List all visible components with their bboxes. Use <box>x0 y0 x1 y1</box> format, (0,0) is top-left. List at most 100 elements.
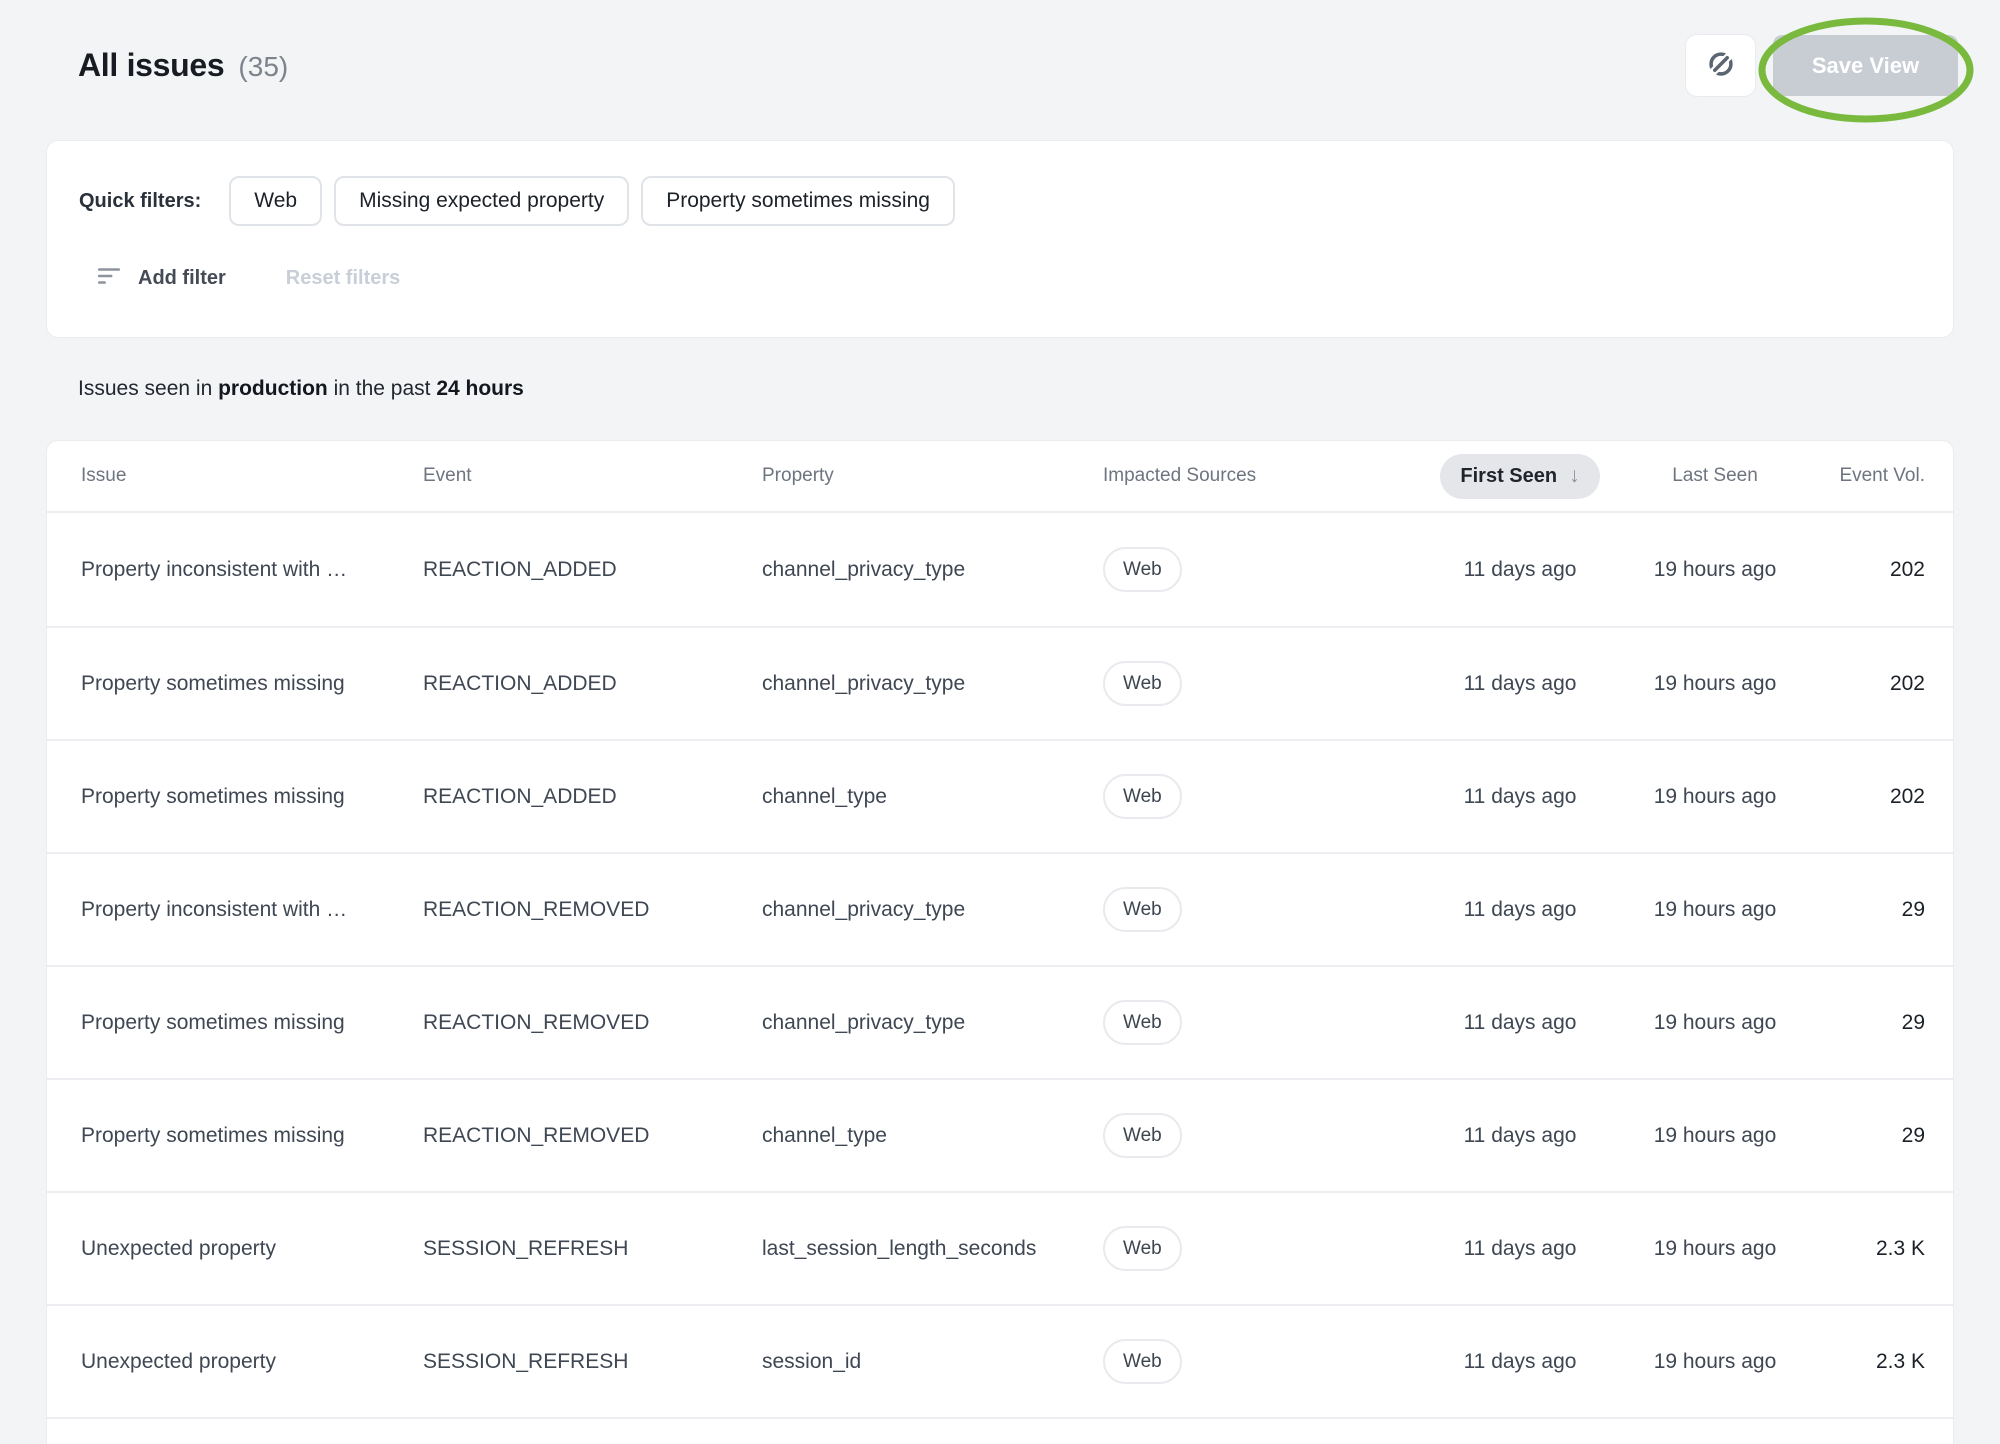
last-seen-cell: 19 hours ago <box>1654 672 1777 696</box>
last-seen-cell: 19 hours ago <box>1654 1124 1777 1148</box>
event-vol-cell: 202 <box>1890 672 1925 696</box>
quick-filter-chip-property-sometimes-missing[interactable]: Property sometimes missing <box>641 176 955 226</box>
sources-cell: Web <box>1103 887 1435 932</box>
table-row[interactable]: Property sometimes missing REACTION_ADDE… <box>47 626 1953 739</box>
banner-range: 24 hours <box>436 377 524 400</box>
property-cell: channel_privacy_type <box>762 1011 1103 1035</box>
first-seen-cell: 11 days ago <box>1464 1237 1577 1261</box>
banner-middle: in the past <box>328 377 437 400</box>
column-header-issue[interactable]: Issue <box>81 465 423 487</box>
source-badge: Web <box>1103 1113 1182 1158</box>
page-title-group: All issues (35) <box>78 47 288 84</box>
column-header-event[interactable]: Event <box>423 465 762 487</box>
property-cell: channel_type <box>762 1124 1103 1148</box>
page-title: All issues <box>78 47 224 84</box>
event-cell: REACTION_ADDED <box>423 672 762 696</box>
quick-filters-label: Quick filters: <box>79 190 201 213</box>
last-seen-cell: 19 hours ago <box>1654 1350 1777 1374</box>
event-cell: REACTION_REMOVED <box>423 1011 762 1035</box>
column-header-impacted-sources[interactable]: Impacted Sources <box>1103 465 1435 487</box>
property-cell: channel_privacy_type <box>762 898 1103 922</box>
event-vol-cell: 29 <box>1902 1011 1925 1035</box>
property-cell: channel_type <box>762 785 1103 809</box>
table-row[interactable]: Property sometimes missing REACTION_REMO… <box>47 1078 1953 1191</box>
event-cell: REACTION_ADDED <box>423 558 762 582</box>
filter-actions-row: Add filter Reset filters <box>79 253 1921 303</box>
issue-cell: Property inconsistent with … <box>81 558 423 582</box>
last-seen-cell: 19 hours ago <box>1654 785 1777 809</box>
sources-cell: Web <box>1103 547 1435 592</box>
sources-cell: Web <box>1103 1339 1435 1384</box>
last-seen-cell: 19 hours ago <box>1654 1237 1777 1261</box>
copy-link-button[interactable] <box>1685 34 1756 97</box>
header-actions: Save View <box>1685 34 1958 97</box>
quick-filter-chip-missing-expected-property[interactable]: Missing expected property <box>334 176 629 226</box>
save-view-button[interactable]: Save View <box>1773 35 1958 96</box>
first-seen-cell: 11 days ago <box>1464 1350 1577 1374</box>
table-row[interactable]: Unexpected property SESSION_REFRESH last… <box>47 1191 1953 1304</box>
banner-environment: production <box>218 377 328 400</box>
source-badge: Web <box>1103 1339 1182 1384</box>
table-header-row: Issue Event Property Impacted Sources Fi… <box>47 441 1953 513</box>
issue-cell: Property sometimes missing <box>81 672 423 696</box>
issue-cell: Property sometimes missing <box>81 1011 423 1035</box>
event-vol-cell: 202 <box>1890 785 1925 809</box>
first-seen-cell: 11 days ago <box>1464 1011 1577 1035</box>
first-seen-cell: 11 days ago <box>1464 898 1577 922</box>
table-row-partial <box>47 1417 1953 1444</box>
event-cell: SESSION_REFRESH <box>423 1237 762 1261</box>
table-row[interactable]: Property inconsistent with … REACTION_AD… <box>47 513 1953 626</box>
source-badge: Web <box>1103 774 1182 819</box>
property-cell: last_session_length_seconds <box>762 1237 1103 1261</box>
last-seen-cell: 19 hours ago <box>1654 1011 1777 1035</box>
event-vol-cell: 29 <box>1902 898 1925 922</box>
issue-count: (35) <box>238 51 288 83</box>
event-vol-cell: 2.3 K <box>1876 1237 1925 1261</box>
column-header-first-seen: First Seen ↓ <box>1440 454 1599 499</box>
quick-filter-chip-web[interactable]: Web <box>229 176 322 226</box>
first-seen-cell: 11 days ago <box>1464 785 1577 809</box>
table-row[interactable]: Unexpected property SESSION_REFRESH sess… <box>47 1304 1953 1417</box>
sources-cell: Web <box>1103 1226 1435 1271</box>
add-filter-label: Add filter <box>138 267 226 290</box>
event-cell: SESSION_REFRESH <box>423 1350 762 1374</box>
property-cell: channel_privacy_type <box>762 558 1103 582</box>
event-cell: REACTION_ADDED <box>423 785 762 809</box>
first-seen-cell: 11 days ago <box>1464 672 1577 696</box>
issues-table: Issue Event Property Impacted Sources Fi… <box>46 440 1954 1444</box>
last-seen-cell: 19 hours ago <box>1654 898 1777 922</box>
banner-prefix: Issues seen in <box>78 377 218 400</box>
table-row[interactable]: Property sometimes missing REACTION_ADDE… <box>47 739 1953 852</box>
reset-filters-button[interactable]: Reset filters <box>286 267 401 290</box>
sources-cell: Web <box>1103 774 1435 819</box>
first-seen-sort-pill[interactable]: First Seen ↓ <box>1440 454 1599 499</box>
property-cell: channel_privacy_type <box>762 672 1103 696</box>
issue-cell: Unexpected property <box>81 1350 423 1374</box>
sources-cell: Web <box>1103 1113 1435 1158</box>
issue-cell: Property inconsistent with … <box>81 898 423 922</box>
event-cell: REACTION_REMOVED <box>423 898 762 922</box>
filters-card: Quick filters: Web Missing expected prop… <box>46 140 1954 338</box>
table-row[interactable]: Property inconsistent with … REACTION_RE… <box>47 852 1953 965</box>
page-header: All issues (35) Save View <box>0 0 2000 97</box>
add-filter-button[interactable]: Add filter <box>96 263 226 294</box>
sources-cell: Web <box>1103 661 1435 706</box>
column-header-property[interactable]: Property <box>762 465 1103 487</box>
issue-cell: Property sometimes missing <box>81 785 423 809</box>
quick-filters-row: Quick filters: Web Missing expected prop… <box>79 176 1921 226</box>
first-seen-cell: 11 days ago <box>1464 558 1577 582</box>
event-vol-cell: 2.3 K <box>1876 1350 1925 1374</box>
issue-cell: Property sometimes missing <box>81 1124 423 1148</box>
sources-cell: Web <box>1103 1000 1435 1045</box>
property-cell: session_id <box>762 1350 1103 1374</box>
link-icon <box>1704 47 1738 84</box>
source-badge: Web <box>1103 1226 1182 1271</box>
column-header-event-vol[interactable]: Event Vol. <box>1839 465 1925 487</box>
first-seen-cell: 11 days ago <box>1464 1124 1577 1148</box>
event-cell: REACTION_REMOVED <box>423 1124 762 1148</box>
table-row[interactable]: Property sometimes missing REACTION_REMO… <box>47 965 1953 1078</box>
source-badge: Web <box>1103 661 1182 706</box>
source-badge: Web <box>1103 887 1182 932</box>
column-header-last-seen[interactable]: Last Seen <box>1672 465 1758 487</box>
event-vol-cell: 29 <box>1902 1124 1925 1148</box>
